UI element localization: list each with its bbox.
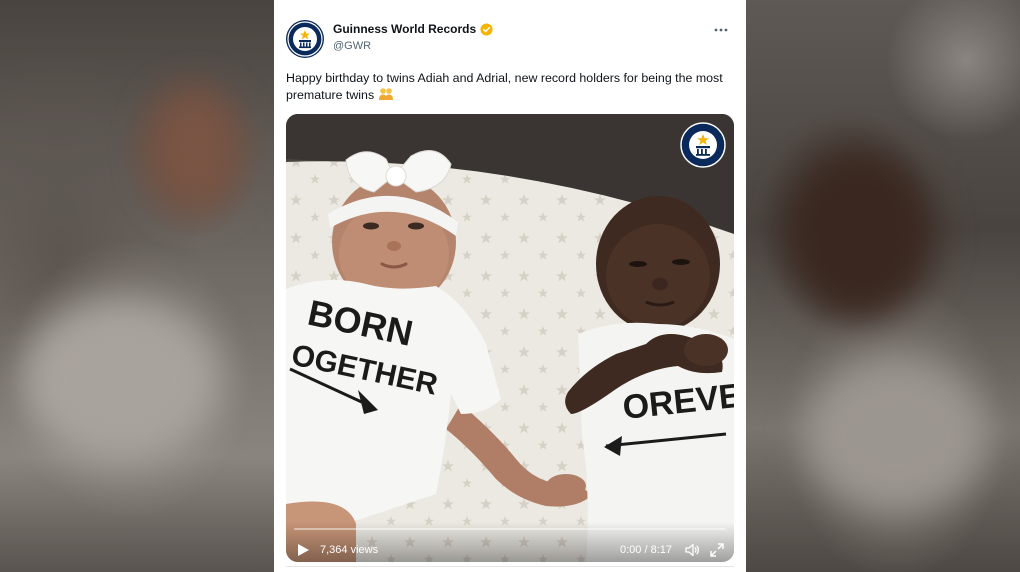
handle[interactable]: @GWR <box>333 40 493 52</box>
blurred-backdrop-left <box>0 0 274 572</box>
gwr-logo-icon[interactable] <box>286 20 324 58</box>
fullscreen-icon[interactable] <box>710 543 724 557</box>
tweet-header: Guinness World Records @GWR <box>286 15 734 59</box>
blurred-shape <box>20 300 220 460</box>
video-player[interactable]: BORN OGETHER OREVER 7,364 views 0:00 / 8… <box>286 114 734 562</box>
tweet-card: Guinness World Records @GWR Happy birthd… <box>274 0 746 572</box>
gwr-watermark-icon <box>680 122 726 168</box>
tweet-text: Happy birthday to twins Adiah and Adrial… <box>286 70 738 104</box>
display-name[interactable]: Guinness World Records <box>333 22 476 36</box>
tweet-text-body: Happy birthday to twins Adiah and Adrial… <box>286 71 723 102</box>
baby-hand <box>546 474 586 498</box>
video-time: 0:00 / 8:17 <box>620 544 672 556</box>
author-block: Guinness World Records @GWR <box>333 22 493 52</box>
video-frame: BORN OGETHER OREVER <box>286 114 734 562</box>
blurred-shape <box>806 360 986 510</box>
card-divider <box>286 566 734 572</box>
volume-icon[interactable] <box>684 542 700 558</box>
blurred-face-shape <box>150 90 240 210</box>
progress-bar[interactable] <box>294 528 726 530</box>
blurred-backdrop-right <box>746 0 1020 572</box>
blurred-face-shape <box>786 150 936 320</box>
twins-emoji-icon <box>378 87 394 101</box>
display-name-row: Guinness World Records <box>333 22 493 36</box>
verified-badge-icon <box>480 22 493 36</box>
more-options-icon[interactable] <box>712 23 730 35</box>
video-controls: 7,364 views 0:00 / 8:17 <box>286 522 734 562</box>
view-count: 7,364 views <box>320 544 379 556</box>
play-icon[interactable] <box>296 543 310 557</box>
